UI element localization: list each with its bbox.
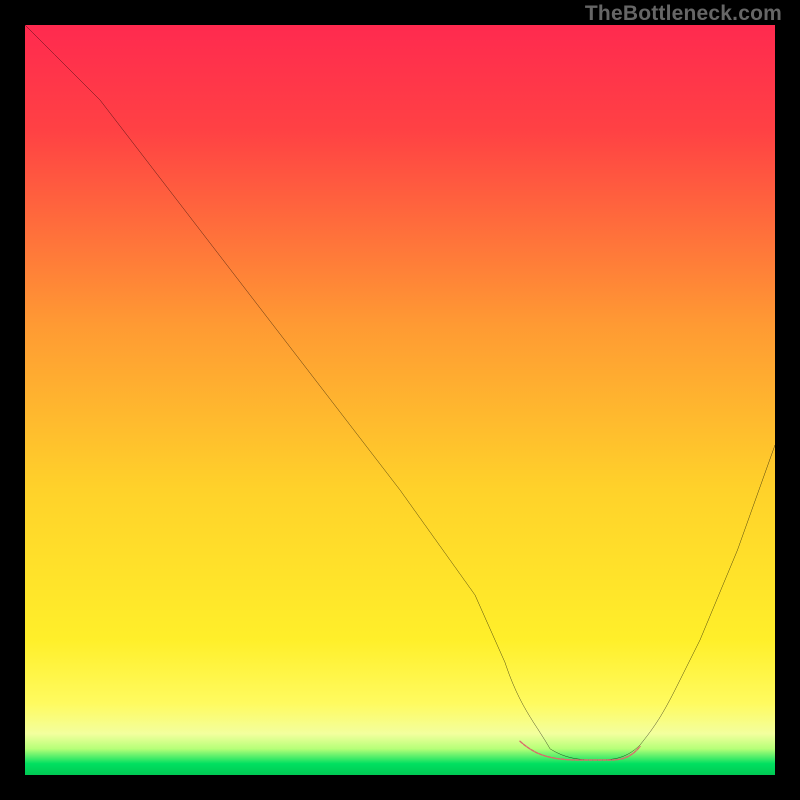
bottleneck-chart [25,25,775,775]
watermark-text: TheBottleneck.com [585,2,782,26]
chart-frame: TheBottleneck.com [0,0,800,800]
gradient-background [25,25,775,775]
